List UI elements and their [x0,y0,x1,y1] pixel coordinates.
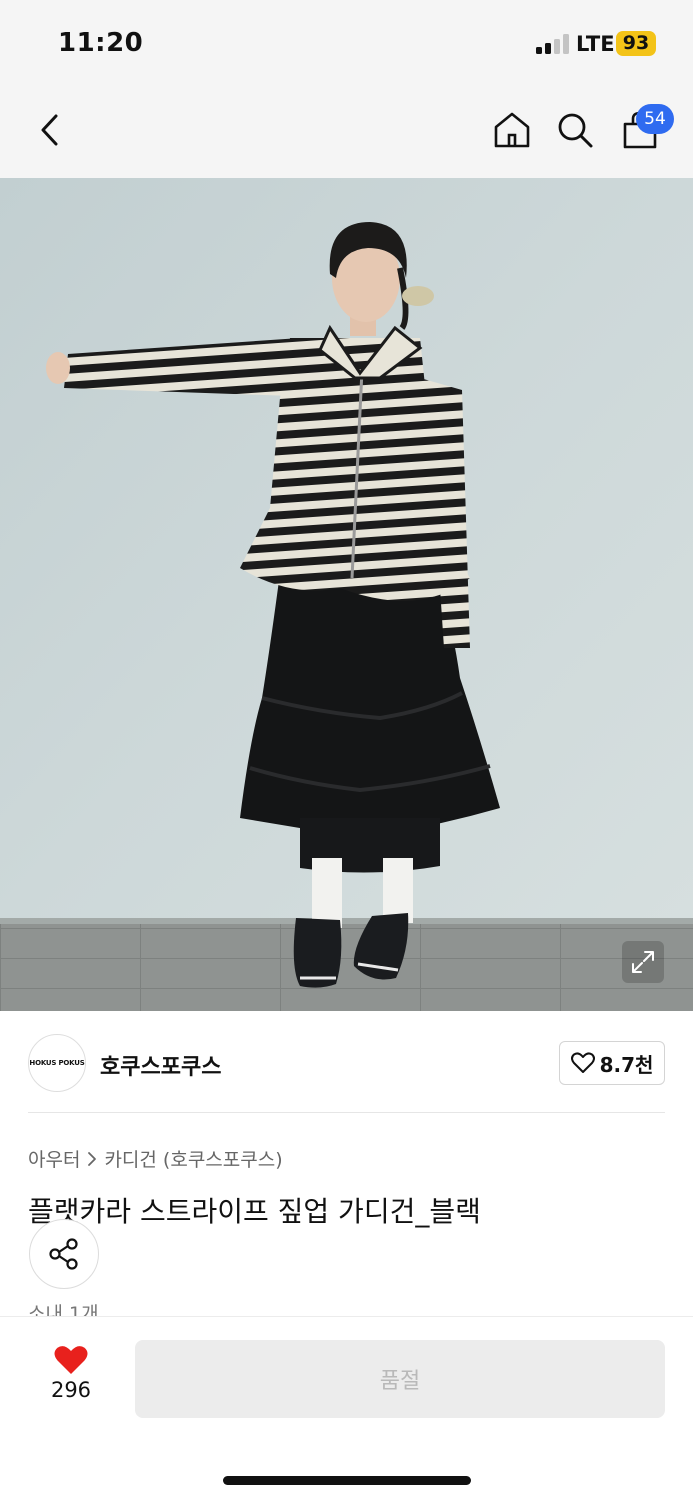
expand-icon [632,951,654,973]
divider [28,1112,665,1113]
network-label: LTE [576,32,615,56]
search-icon [558,113,593,148]
partial-text: 소내 1개 [28,1303,99,1316]
back-button[interactable] [28,108,72,152]
home-button[interactable] [490,108,534,152]
chevron-left-icon [41,114,58,146]
soldout-button[interactable]: 품절 [135,1340,665,1418]
brand-row[interactable]: HOKUS POKUS 호쿠스포쿠스 8.7천 [0,1012,693,1112]
brand-logo[interactable]: HOKUS POKUS [28,1034,86,1092]
product-title: 플랫카라 스트라이프 짚업 가디건_블랙 [28,1195,481,1228]
nav-bar [0,88,693,178]
share-icon [49,1238,78,1270]
search-button[interactable] [553,108,597,152]
brand-name[interactable]: 호쿠스포쿠스 [100,1049,221,1081]
breadcrumb-item-category[interactable]: 아우터 [28,1145,80,1172]
breadcrumb-item-subcategory[interactable]: 카디건 (호쿠스포쿠스) [104,1145,282,1172]
cart-count-badge: 54 [636,104,674,134]
product-image[interactable] [0,178,693,1011]
signal-icon [536,34,570,54]
battery-icon: 93 [616,31,656,56]
expand-image-button[interactable] [622,941,664,983]
like-count: 296 [50,1378,92,1402]
follow-count: 8.7천 [599,1052,654,1077]
status-bar: 11:20 LTE 93 [0,0,693,88]
breadcrumb: 아우터 카디건 (호쿠스포쿠스) [28,1145,283,1172]
like-button[interactable]: 296 [40,1344,102,1414]
heart-filled-icon [54,1346,88,1374]
status-time: 11:20 [58,28,144,58]
share-button[interactable] [29,1219,99,1289]
product-photo [0,178,693,1011]
home-icon [494,112,530,148]
brand-follow-button[interactable]: 8.7천 [559,1041,665,1085]
chevron-right-icon [88,1151,97,1166]
heart-outline-icon [570,1052,595,1073]
home-indicator [223,1476,471,1485]
